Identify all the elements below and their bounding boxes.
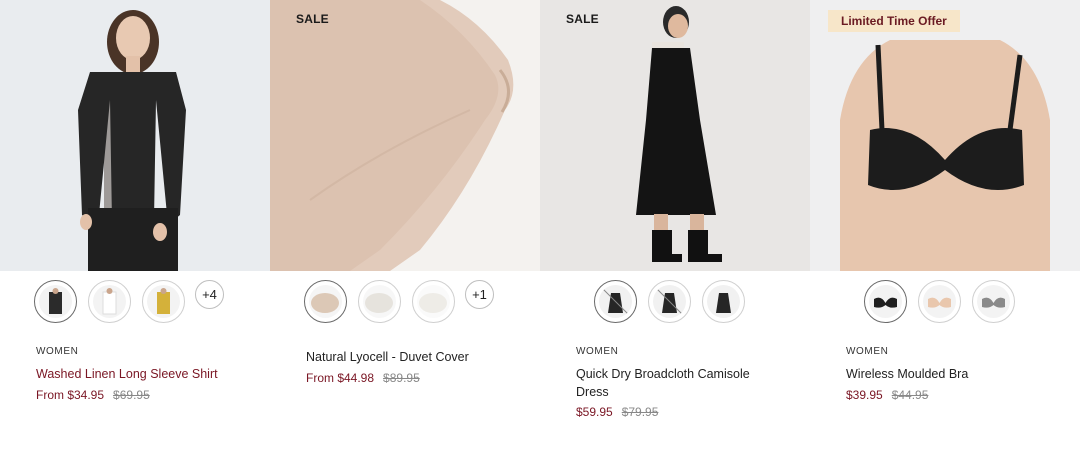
product-name-link[interactable]: Washed Linen Long Sleeve Shirt [36, 365, 236, 383]
product-card[interactable]: SALE WOMEN Quick Dry Broadcloth Camisole… [540, 0, 810, 458]
color-swatch[interactable] [918, 280, 961, 323]
color-swatch[interactable] [594, 280, 637, 323]
original-price: $44.95 [891, 388, 929, 402]
product-category: WOMEN [36, 346, 79, 357]
product-card[interactable]: SALE +1 Natural Lyocell - Duvet Cover Fr… [270, 0, 540, 458]
swatch-thumbnail [923, 285, 956, 318]
product-price: From $34.95 $69.95 [36, 388, 150, 402]
color-swatch[interactable] [88, 280, 131, 323]
color-swatches: +4 [0, 280, 270, 324]
product-grid: +4 WOMEN Washed Linen Long Sleeve Shirt … [0, 0, 1080, 458]
product-card[interactable]: +4 WOMEN Washed Linen Long Sleeve Shirt … [0, 0, 270, 458]
swatch-thumbnail [39, 285, 72, 318]
swatch-thumbnail [977, 285, 1010, 318]
product-image[interactable]: SALE [270, 0, 540, 271]
color-swatch[interactable] [304, 280, 347, 323]
product-image[interactable]: SALE [540, 0, 810, 271]
sale-badge: SALE [296, 12, 329, 26]
product-category: WOMEN [576, 346, 619, 357]
color-swatch[interactable] [142, 280, 185, 323]
current-price: From $34.95 [36, 388, 105, 402]
product-price: $59.95 $79.95 [576, 405, 658, 419]
sale-badge: SALE [566, 12, 599, 26]
current-price: $59.95 [576, 405, 613, 419]
swatch-thumbnail [599, 285, 632, 318]
swatch-thumbnail [869, 285, 902, 318]
product-name-link[interactable]: Natural Lyocell - Duvet Cover [306, 348, 506, 366]
swatch-thumbnail [653, 285, 686, 318]
color-swatch[interactable] [702, 280, 745, 323]
current-price: From $44.98 [306, 371, 375, 385]
original-price: $89.95 [383, 371, 420, 385]
product-price: $39.95 $44.95 [846, 388, 928, 402]
more-colors-button[interactable]: +1 [465, 280, 494, 309]
product-category: WOMEN [846, 346, 889, 357]
swatch-thumbnail [309, 285, 342, 318]
swatch-thumbnail [93, 285, 126, 318]
color-swatches [540, 280, 810, 324]
current-price: $39.95 [846, 388, 883, 402]
color-swatch[interactable] [972, 280, 1015, 323]
swatch-thumbnail [147, 285, 180, 318]
color-swatch[interactable] [358, 280, 401, 323]
swatch-thumbnail [417, 285, 450, 318]
color-swatch[interactable] [864, 280, 907, 323]
color-swatches: +1 [270, 280, 540, 324]
product-name-link[interactable]: Quick Dry Broadcloth Camisole Dress [576, 365, 766, 401]
product-name-link[interactable]: Wireless Moulded Bra [846, 365, 1046, 383]
color-swatch[interactable] [648, 280, 691, 323]
product-card[interactable]: Limited Time Offer WOMEN Wireless Moulde… [810, 0, 1080, 458]
color-swatches [810, 280, 1080, 324]
color-swatch[interactable] [34, 280, 77, 323]
swatch-thumbnail [363, 285, 396, 318]
limited-offer-badge: Limited Time Offer [828, 10, 960, 32]
swatch-thumbnail [707, 285, 740, 318]
original-price: $69.95 [113, 388, 150, 402]
more-colors-button[interactable]: +4 [195, 280, 224, 309]
product-image[interactable]: Limited Time Offer [810, 0, 1080, 271]
color-swatch[interactable] [412, 280, 455, 323]
product-image[interactable] [0, 0, 270, 271]
original-price: $79.95 [621, 405, 659, 419]
product-price: From $44.98 $89.95 [306, 371, 420, 385]
